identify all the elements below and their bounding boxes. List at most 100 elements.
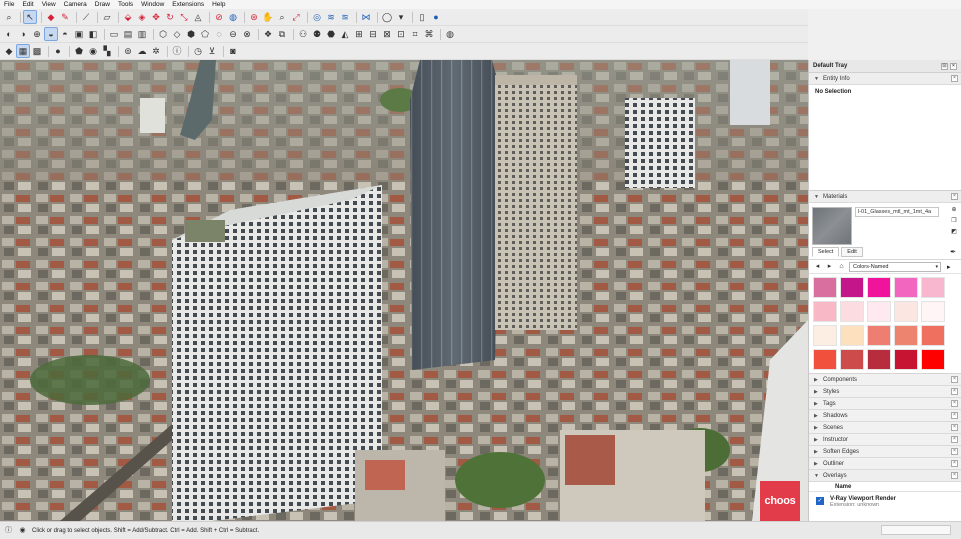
sandbox-icon[interactable]: ◎ [311, 11, 323, 23]
details-icon[interactable]: ▸ [947, 263, 951, 271]
menu-edit[interactable]: Edit [22, 0, 33, 9]
panel-header-styles[interactable]: ▶ Styles × [809, 386, 961, 398]
create-material-icon[interactable]: ⊕ [950, 206, 958, 214]
section-plane-icon[interactable]: ▭ [108, 28, 120, 40]
scale-icon[interactable]: ⤡ [178, 11, 190, 23]
close-icon[interactable]: × [951, 424, 958, 431]
menu-help[interactable]: Help [212, 0, 225, 9]
3d-viewport[interactable]: choos [0, 60, 808, 521]
color-swatch[interactable] [894, 301, 918, 322]
close-icon[interactable]: × [951, 472, 958, 479]
front-view-icon[interactable]: ⬢ [185, 28, 197, 40]
tape-measure-icon[interactable]: ⊘ [213, 11, 225, 23]
pan-icon[interactable]: ✋ [262, 11, 274, 23]
geo-status-icon[interactable]: ◉ [18, 526, 27, 535]
panel-header-shadows[interactable]: ▶ Shadows × [809, 410, 961, 422]
walk-icon[interactable]: ⚉ [311, 28, 323, 40]
home-icon[interactable]: ⌂ [837, 262, 846, 271]
color-swatch[interactable] [867, 277, 891, 298]
menu-window[interactable]: Window [141, 0, 164, 9]
geo-location-icon[interactable]: ◍ [444, 28, 456, 40]
color-swatch[interactable] [813, 301, 837, 322]
chaos-cloud-icon[interactable]: ⊚ [122, 45, 134, 57]
color-swatch[interactable] [867, 349, 891, 370]
follow-me-icon[interactable]: ◈ [136, 11, 148, 23]
color-swatch[interactable] [867, 301, 891, 322]
batch-render-icon[interactable]: ▚ [101, 45, 113, 57]
color-swatch[interactable] [921, 349, 945, 370]
info-icon[interactable]: ⓘ [4, 526, 13, 535]
default-material-icon[interactable]: ◩ [950, 228, 958, 236]
paint-bucket-icon[interactable]: ◍ [227, 11, 239, 23]
stack-icon[interactable]: ≊ [339, 11, 351, 23]
color-swatch[interactable] [867, 325, 891, 346]
wireframe-icon[interactable]: ⊕ [31, 28, 43, 40]
close-icon[interactable]: × [951, 400, 958, 407]
color-swatch[interactable] [921, 325, 945, 346]
user-icon[interactable]: ● [430, 11, 442, 23]
close-icon[interactable]: × [951, 75, 958, 82]
panel-header-entity-info[interactable]: ▼ Entity Info × [809, 73, 961, 85]
vray-logo-icon[interactable]: ◆ [3, 45, 15, 57]
sandbox-scratch-icon[interactable]: ⊞ [353, 28, 365, 40]
panel-header-tags[interactable]: ▶ Tags × [809, 398, 961, 410]
back-view-icon[interactable]: ◌ [213, 28, 225, 40]
hidden-line-icon[interactable]: ◒ [44, 27, 58, 41]
textured-icon[interactable]: ▣ [73, 28, 85, 40]
forward-arrow-icon[interactable]: ▸ [825, 262, 834, 271]
duplicate-material-icon[interactable]: ❐ [950, 217, 958, 225]
camera-position-icon[interactable]: ⚇ [297, 28, 309, 40]
smoove-icon[interactable]: ⊟ [367, 28, 379, 40]
interactive-render-icon[interactable]: ▩ [31, 45, 43, 57]
move-icon[interactable]: ✥ [150, 11, 162, 23]
shaded-icon[interactable]: ◓ [59, 28, 71, 40]
panel-header-overlays[interactable]: ▼ Overlays × [809, 470, 961, 482]
push-pull-icon[interactable]: ⬙ [122, 11, 134, 23]
zoom-extents-icon[interactable]: ⤢ [290, 11, 302, 23]
menu-file[interactable]: File [4, 0, 14, 9]
rotate-icon[interactable]: ↻ [164, 11, 176, 23]
close-icon[interactable]: × [951, 388, 958, 395]
component-icon[interactable]: ❖ [262, 28, 274, 40]
color-swatch[interactable] [840, 325, 864, 346]
dropdown-icon[interactable]: ▾ [395, 11, 407, 23]
layers-icon[interactable]: ≋ [325, 11, 337, 23]
measurements-box[interactable] [881, 525, 951, 535]
menu-camera[interactable]: Camera [64, 0, 87, 9]
panel-header-components[interactable]: ▶ Components × [809, 374, 961, 386]
group-icon[interactable]: ⧉ [276, 28, 288, 40]
render-icon[interactable]: ▦ [16, 44, 30, 58]
color-swatch[interactable] [894, 349, 918, 370]
select-tool-icon[interactable]: ↖ [23, 10, 37, 24]
color-swatch[interactable] [894, 277, 918, 298]
checkbox-checked-icon[interactable]: ✓ [816, 497, 824, 505]
back-edges-icon[interactable]: ◑ [17, 28, 29, 40]
library-select[interactable]: Colors-Named [849, 261, 941, 272]
left-view-icon[interactable]: ⊖ [227, 28, 239, 40]
cart-icon[interactable]: ⊻ [206, 45, 218, 57]
flip-edge-icon[interactable]: ⌘ [423, 28, 435, 40]
color-swatch[interactable] [840, 277, 864, 298]
close-icon[interactable]: × [951, 376, 958, 383]
pencil-icon[interactable]: ✎ [59, 11, 71, 23]
stamp-icon[interactable]: ⊠ [381, 28, 393, 40]
add-detail-icon[interactable]: ⌗ [409, 28, 421, 40]
menu-tools[interactable]: Tools [118, 0, 133, 9]
overlay-item-vray[interactable]: ✓ V-Ray Viewport Render Extension: unkno… [816, 496, 896, 508]
close-icon[interactable]: × [951, 460, 958, 467]
menu-extensions[interactable]: Extensions [172, 0, 204, 9]
panel-header-soften-edges[interactable]: ▶ Soften Edges × [809, 446, 961, 458]
account-icon[interactable]: ◯ [381, 11, 393, 23]
menu-view[interactable]: View [42, 0, 56, 9]
material-preview-swatch[interactable] [812, 207, 852, 245]
offset-icon[interactable]: ◬ [192, 11, 204, 23]
orbit-icon[interactable]: ⊛ [248, 11, 260, 23]
color-swatch[interactable] [813, 349, 837, 370]
drape-icon[interactable]: ⊡ [395, 28, 407, 40]
top-view-icon[interactable]: ◇ [171, 28, 183, 40]
color-swatch[interactable] [894, 325, 918, 346]
panel-header-materials[interactable]: ▼ Materials × [809, 191, 961, 203]
color-swatch[interactable] [921, 277, 945, 298]
sandbox-from-contours-icon[interactable]: ◭ [339, 28, 351, 40]
profile-icon[interactable]: ◙ [227, 45, 239, 57]
